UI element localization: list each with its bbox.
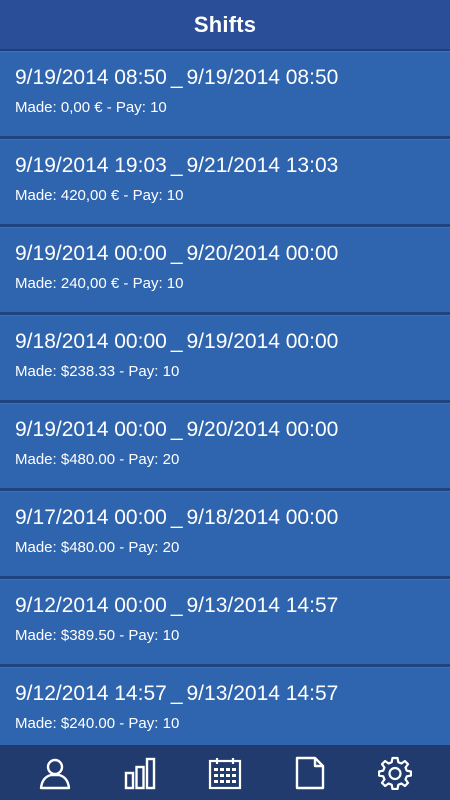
shift-end: 9/13/2014 14:57 [186,594,339,617]
shift-pay: Pay: 10 [128,715,180,732]
shift-date-range: 9/19/2014 08:50 _ 9/19/2014 08:50 [15,64,450,92]
nav-settings-button[interactable] [365,745,425,800]
range-separator: _ [170,418,183,441]
shift-made: Made: $480.00 [15,451,116,468]
shift-list-item[interactable]: 9/12/2014 14:57 _ 9/13/2014 14:57 Made: $2… [0,667,450,745]
shift-pay: Pay: 10 [115,99,167,116]
detail-separator: - [123,275,129,292]
shift-pay: Pay: 20 [128,451,180,468]
shift-start: 9/12/2014 00:00 [15,594,167,617]
shift-made: Made: $240.00 [15,715,116,732]
nav-profile-button[interactable] [25,745,85,800]
range-separator: _ [170,594,183,617]
shift-date-range: 9/19/2014 19:03 _ 9/21/2014 13:03 [15,152,450,180]
shift-date-range: 9/12/2014 14:57 _ 9/13/2014 14:57 [15,680,450,708]
shift-made: Made: 420,00 € [15,187,120,204]
shift-end: 9/19/2014 08:50 [186,66,339,89]
detail-separator: - [119,715,125,732]
detail-separator: - [119,451,125,468]
shift-list-item[interactable]: 9/17/2014 00:00 _ 9/18/2014 00:00 Made: $4… [0,491,450,579]
shift-date-range: 9/19/2014 00:00 _ 9/20/2014 00:00 [15,240,450,268]
shift-pay: Pay: 10 [128,363,180,380]
detail-separator: - [123,187,129,204]
shift-list[interactable]: 9/19/2014 08:50 _ 9/19/2014 08:50 Made: 0,… [0,51,450,745]
range-separator: _ [170,66,183,89]
shift-list-item[interactable]: 9/19/2014 00:00 _ 9/20/2014 00:00 Made: 24… [0,227,450,315]
detail-separator: - [119,539,125,556]
shift-earnings: Made: $240.00 - Pay: 10 [15,714,450,734]
calendar-icon [208,757,242,789]
shift-list-item[interactable]: 9/18/2014 00:00 _ 9/19/2014 00:00 Made: $2… [0,315,450,403]
shift-earnings: Made: $480.00 - Pay: 20 [15,538,450,558]
shift-list-item[interactable]: 9/12/2014 00:00 _ 9/13/2014 14:57 Made: $3… [0,579,450,667]
shift-start: 9/18/2014 00:00 [15,330,167,353]
shift-earnings: Made: 240,00 € - Pay: 10 [15,274,450,294]
bottom-nav-bar [0,745,450,800]
shift-earnings: Made: $389.50 - Pay: 10 [15,626,450,646]
shift-made: Made: 240,00 € [15,275,120,292]
nav-stats-button[interactable] [110,745,170,800]
shift-end: 9/19/2014 00:00 [186,330,339,353]
bar-chart-icon [124,757,155,789]
page-title: Shifts [193,11,257,37]
shift-date-range: 9/12/2014 00:00 _ 9/13/2014 14:57 [15,592,450,620]
shift-end: 9/18/2014 00:00 [186,506,339,529]
detail-separator: - [119,363,125,380]
shift-made: Made: $238.33 [15,363,116,380]
shift-earnings: Made: 420,00 € - Pay: 10 [15,186,450,206]
shift-list-item[interactable]: 9/19/2014 08:50 _ 9/19/2014 08:50 Made: 0,… [0,51,450,139]
shift-list-item[interactable]: 9/19/2014 00:00 _ 9/20/2014 00:00 Made: $4… [0,403,450,491]
shift-start: 9/12/2014 14:57 [15,682,167,705]
shift-pay: Pay: 10 [128,627,180,644]
shift-end: 9/20/2014 00:00 [186,418,339,441]
shift-pay: Pay: 10 [132,275,184,292]
nav-report-button[interactable] [280,745,340,800]
document-icon [295,756,325,789]
detail-separator: - [119,627,125,644]
shift-made: Made: 0,00 € [15,99,103,116]
shift-end: 9/21/2014 13:03 [186,154,339,177]
shift-end: 9/13/2014 14:57 [186,682,339,705]
shift-start: 9/17/2014 00:00 [15,506,167,529]
gear-icon [378,756,413,790]
shift-list-item[interactable]: 9/19/2014 19:03 _ 9/21/2014 13:03 Made: 42… [0,139,450,227]
shift-date-range: 9/18/2014 00:00 _ 9/19/2014 00:00 [15,328,450,356]
app-header: Shifts [0,0,450,51]
shift-start: 9/19/2014 00:00 [15,242,167,265]
shift-start: 9/19/2014 00:00 [15,418,167,441]
shift-made: Made: $480.00 [15,539,116,556]
shift-start: 9/19/2014 19:03 [15,154,167,177]
user-icon [39,758,70,789]
shift-pay: Pay: 10 [132,187,184,204]
range-separator: _ [170,242,183,265]
range-separator: _ [170,506,183,529]
detail-separator: - [106,99,112,116]
shift-start: 9/19/2014 08:50 [15,66,167,89]
range-separator: _ [170,330,183,353]
shift-made: Made: $389.50 [15,627,116,644]
shift-date-range: 9/17/2014 00:00 _ 9/18/2014 00:00 [15,504,450,532]
shift-earnings: Made: $238.33 - Pay: 10 [15,362,450,382]
shift-earnings: Made: 0,00 € - Pay: 10 [15,98,450,118]
shift-earnings: Made: $480.00 - Pay: 20 [15,450,450,470]
shift-end: 9/20/2014 00:00 [186,242,339,265]
range-separator: _ [170,154,183,177]
range-separator: _ [170,682,183,705]
nav-calendar-button[interactable] [195,745,255,800]
shift-date-range: 9/19/2014 00:00 _ 9/20/2014 00:00 [15,416,450,444]
shift-pay: Pay: 20 [128,539,180,556]
